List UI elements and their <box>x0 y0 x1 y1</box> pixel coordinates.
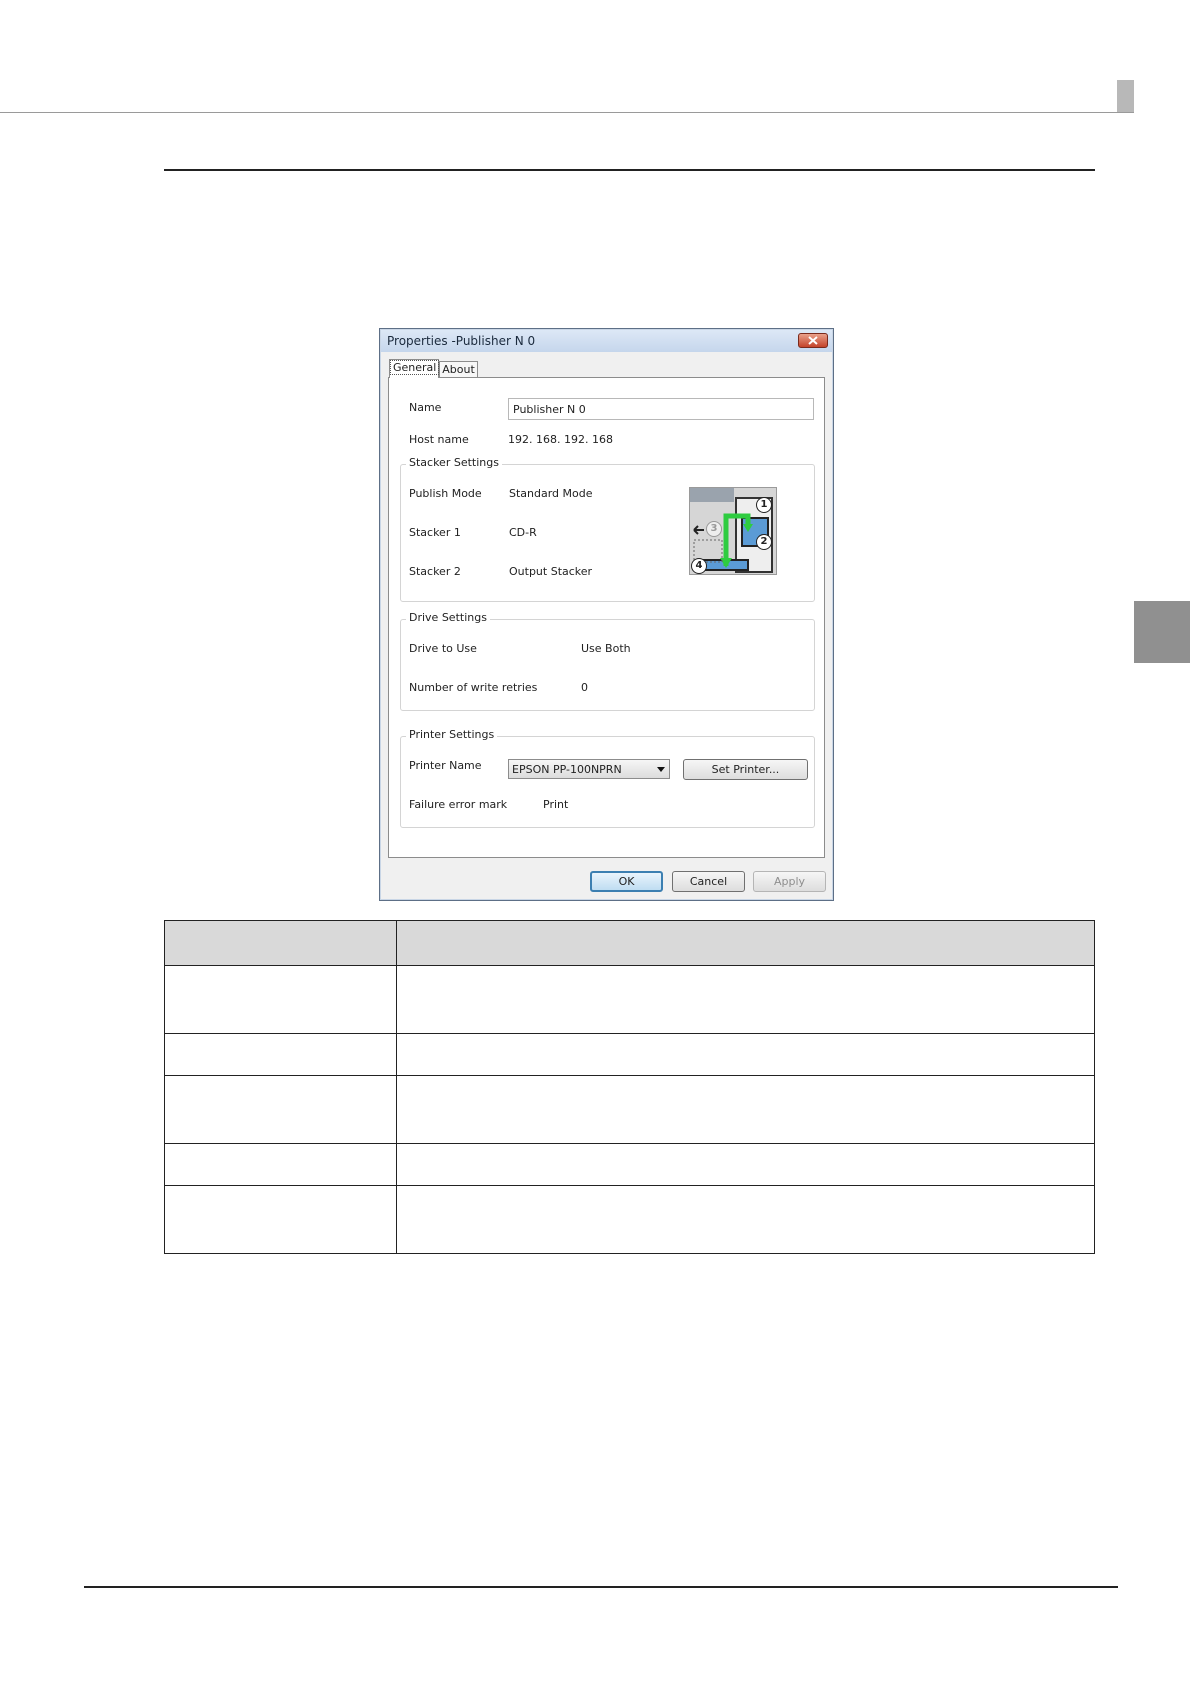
failure-error-mark-label: Failure error mark <box>409 798 508 811</box>
printer-settings-group: Printer Settings Printer Name EPSON PP-1… <box>400 728 815 828</box>
table-header-row <box>164 920 1095 966</box>
drive-to-use-label: Drive to Use <box>409 642 477 655</box>
printer-settings-title: Printer Settings <box>406 728 498 741</box>
write-retries-label: Number of write retries <box>409 681 538 694</box>
general-panel: Name Publisher N 0 Host name 192. 168. 1… <box>388 377 825 858</box>
table-cell <box>164 1075 397 1144</box>
stacker-diagram-num-1: 1 <box>756 497 772 513</box>
section-divider <box>164 169 1095 171</box>
name-field-value: Publisher N 0 <box>513 403 586 416</box>
ok-button[interactable]: OK <box>590 871 663 892</box>
table-row <box>164 965 1095 1034</box>
stacker1-label: Stacker 1 <box>409 526 461 539</box>
table-header-cell <box>164 920 397 966</box>
stacker-settings-group: Stacker Settings Publish Mode Standard M… <box>400 456 815 602</box>
table-row <box>164 1075 1095 1144</box>
table-cell <box>396 1033 1095 1076</box>
drive-settings-title: Drive Settings <box>406 611 490 624</box>
drive-to-use-value: Use Both <box>581 642 631 655</box>
stacker-diagram-num-2: 2 <box>756 534 772 550</box>
table-cell <box>396 1143 1095 1186</box>
table-row <box>164 1185 1095 1254</box>
chapter-side-tab <box>1134 601 1190 663</box>
table-cell <box>164 1185 397 1254</box>
header-tab-marker <box>1117 80 1134 113</box>
tab-general-label: General <box>390 360 440 375</box>
tab-about-label: About <box>442 363 475 376</box>
dialog-titlebar: Properties -Publisher N 0 <box>381 330 832 352</box>
footer-rule <box>84 1586 1118 1588</box>
printer-name-label: Printer Name <box>409 759 482 772</box>
stacker2-label: Stacker 2 <box>409 565 461 578</box>
table-header-cell <box>396 920 1095 966</box>
tab-general[interactable]: General <box>389 359 440 378</box>
properties-dialog: Properties -Publisher N 0 General About … <box>379 328 834 901</box>
printer-name-value: EPSON PP-100NPRN <box>512 763 622 776</box>
close-button[interactable] <box>798 333 828 348</box>
write-retries-value: 0 <box>581 681 588 694</box>
stacker-diagram: 1 2 3 4 <box>689 487 777 575</box>
table-cell <box>164 1143 397 1186</box>
stacker-diagram-num-4: 4 <box>691 558 707 574</box>
table-cell <box>164 1033 397 1076</box>
table-row <box>164 1033 1095 1076</box>
cancel-button[interactable]: Cancel <box>672 871 745 892</box>
name-field[interactable]: Publisher N 0 <box>508 398 814 420</box>
page-header-rule <box>0 112 1134 113</box>
publish-mode-label: Publish Mode <box>409 487 482 500</box>
settings-description-table <box>164 920 1095 1254</box>
host-name-value: 192. 168. 192. 168 <box>508 433 613 446</box>
close-icon <box>808 336 818 345</box>
stacker-diagram-num-3: 3 <box>706 521 722 537</box>
publish-mode-value: Standard Mode <box>509 487 593 500</box>
table-cell <box>396 1185 1095 1254</box>
stacker2-value: Output Stacker <box>509 565 593 578</box>
table-cell <box>164 965 397 1034</box>
printer-name-select[interactable]: EPSON PP-100NPRN <box>508 759 670 779</box>
drive-settings-group: Drive Settings Drive to Use Use Both Num… <box>400 611 815 711</box>
dialog-title: Properties -Publisher N 0 <box>387 334 536 348</box>
set-printer-button[interactable]: Set Printer... <box>683 759 808 780</box>
failure-error-mark-value: Print <box>543 798 569 811</box>
tab-about[interactable]: About <box>439 361 478 378</box>
table-row <box>164 1143 1095 1186</box>
dropdown-arrow-icon <box>657 767 665 772</box>
apply-button[interactable]: Apply <box>753 871 826 892</box>
name-label: Name <box>409 401 442 414</box>
stacker-settings-title: Stacker Settings <box>406 456 502 469</box>
host-name-label: Host name <box>409 433 469 446</box>
table-cell <box>396 1075 1095 1144</box>
stacker1-value: CD-R <box>509 526 537 539</box>
table-cell <box>396 965 1095 1034</box>
